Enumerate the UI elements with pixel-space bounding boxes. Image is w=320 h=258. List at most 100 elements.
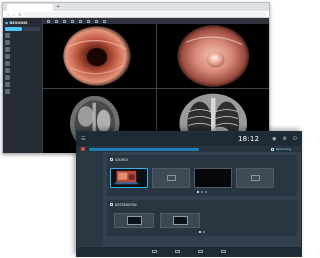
footer-button[interactable] — [221, 250, 226, 253]
study-thumbnail — [5, 61, 10, 66]
record-progress-bar — [89, 147, 199, 151]
contrast-icon[interactable] — [71, 19, 74, 23]
power-icon[interactable]: ⏻ — [293, 136, 297, 142]
destination-pager — [110, 231, 294, 233]
destination-tile[interactable] — [114, 209, 154, 228]
study-list-item[interactable] — [5, 33, 40, 38]
source-preview — [110, 168, 148, 188]
filter-chip[interactable] — [23, 27, 40, 31]
source-panel: SOURCE — [107, 155, 297, 196]
app-name: NEXIONS — [9, 21, 28, 25]
study-list-item[interactable] — [5, 68, 40, 73]
destination-preview — [160, 213, 200, 228]
header-actions: ◉ ⚙ ⏻ — [272, 136, 297, 142]
recorder-header: ☰ 18:12 ◉ ⚙ ⏻ — [77, 132, 301, 146]
layout-icon[interactable] — [47, 19, 50, 23]
app-logo: ● NEXIONS — [5, 21, 28, 25]
destination-list — [110, 209, 294, 228]
source-list — [110, 164, 294, 188]
study-thumbnail — [5, 33, 10, 38]
study-list — [5, 33, 40, 94]
source-tile[interactable] — [110, 164, 148, 188]
destination-panel-title: DESTINATION — [115, 202, 137, 207]
study-list-item[interactable] — [5, 61, 40, 66]
source-panel-header: SOURCE — [110, 157, 294, 162]
pager-dot[interactable] — [203, 231, 205, 233]
destination-panel-header: DESTINATION — [110, 202, 294, 207]
source-preview — [236, 168, 274, 188]
recorder-sidebar — [77, 152, 103, 246]
browser-toolbar: ‹ › ↻ — [3, 11, 269, 18]
footer-button[interactable] — [152, 250, 157, 253]
back-icon[interactable]: ‹ — [6, 12, 10, 17]
study-list-item[interactable] — [5, 89, 40, 94]
study-thumbnail — [5, 82, 10, 87]
rotate-icon[interactable] — [87, 19, 90, 23]
study-list-sidebar: ● NEXIONS — [3, 18, 43, 153]
monitor-icon — [250, 175, 260, 181]
source-panel-title: SOURCE — [115, 157, 129, 162]
source-tile[interactable] — [236, 164, 274, 188]
record-indicator-icon[interactable] — [81, 147, 85, 151]
filter-row — [5, 27, 40, 31]
screenshot-stage: + ‹ › ↻ ● NEXIONS ☰ 18:12 ◉ ⚙ ⏻ Recordin… — [0, 0, 304, 258]
study-thumbnail — [5, 47, 10, 52]
study-thumbnail — [5, 40, 10, 45]
endoscopy-polyp-image — [156, 24, 269, 88]
viewport-endoscopy-polyp[interactable] — [156, 24, 269, 88]
recording-label: Recording — [275, 147, 291, 151]
browser-tabbar: + — [3, 3, 269, 11]
recording-icon — [270, 147, 274, 151]
reload-icon[interactable]: ↻ — [18, 12, 22, 17]
destination-panel: DESTINATION — [107, 200, 297, 236]
study-thumbnail — [5, 54, 10, 59]
settings-icon[interactable] — [103, 19, 106, 23]
study-thumbnail — [5, 89, 10, 94]
measure-icon[interactable] — [79, 19, 82, 23]
patient-icon[interactable]: ◉ — [272, 136, 276, 142]
source-preview — [152, 168, 190, 188]
settings-icon[interactable]: ⚙ — [283, 136, 287, 142]
browser-tab[interactable] — [7, 4, 53, 11]
monitor-icon — [172, 216, 188, 225]
viewport-endoscopy[interactable] — [43, 24, 156, 88]
monitor-icon — [166, 175, 176, 181]
forward-icon[interactable]: › — [12, 12, 16, 17]
study-list-item[interactable] — [5, 75, 40, 80]
study-list-item[interactable] — [5, 82, 40, 87]
pager-dot[interactable] — [199, 231, 201, 233]
destination-preview — [114, 213, 154, 228]
recorder-footer — [77, 247, 301, 256]
pan-icon[interactable] — [63, 19, 66, 23]
recorder-main: SOURCE DESTINATION — [103, 152, 301, 246]
study-list-item[interactable] — [5, 40, 40, 45]
recorder-body: SOURCE DESTINATION — [77, 152, 301, 246]
source-pager — [110, 191, 294, 193]
pager-dot[interactable] — [197, 191, 199, 193]
reset-icon[interactable] — [95, 19, 98, 23]
pager-dot[interactable] — [201, 191, 203, 193]
endoscopy-image — [43, 24, 156, 88]
source-preview-image — [111, 169, 147, 187]
source-tile[interactable] — [152, 164, 190, 188]
pager-dot[interactable] — [205, 191, 207, 193]
menu-icon[interactable]: ☰ — [81, 136, 91, 142]
footer-button[interactable] — [175, 250, 180, 253]
filter-chip[interactable] — [5, 27, 22, 31]
destination-tile[interactable] — [160, 209, 200, 228]
clock-time: 18:12 — [237, 135, 260, 143]
study-thumbnail — [5, 68, 10, 73]
address-bar[interactable] — [24, 11, 266, 17]
source-preview — [194, 168, 232, 188]
zoom-icon[interactable] — [55, 19, 58, 23]
study-list-item[interactable] — [5, 47, 40, 52]
footer-button[interactable] — [198, 250, 203, 253]
destination-icon — [110, 203, 113, 206]
new-tab-icon[interactable]: + — [53, 4, 60, 11]
source-tile[interactable] — [194, 164, 232, 188]
source-icon — [110, 158, 113, 161]
recorder-window: ☰ 18:12 ◉ ⚙ ⏻ Recording SOURCE DESTINATI… — [76, 131, 302, 257]
monitor-icon — [126, 216, 142, 225]
study-list-item[interactable] — [5, 54, 40, 59]
recording-status[interactable]: Recording — [270, 147, 297, 151]
